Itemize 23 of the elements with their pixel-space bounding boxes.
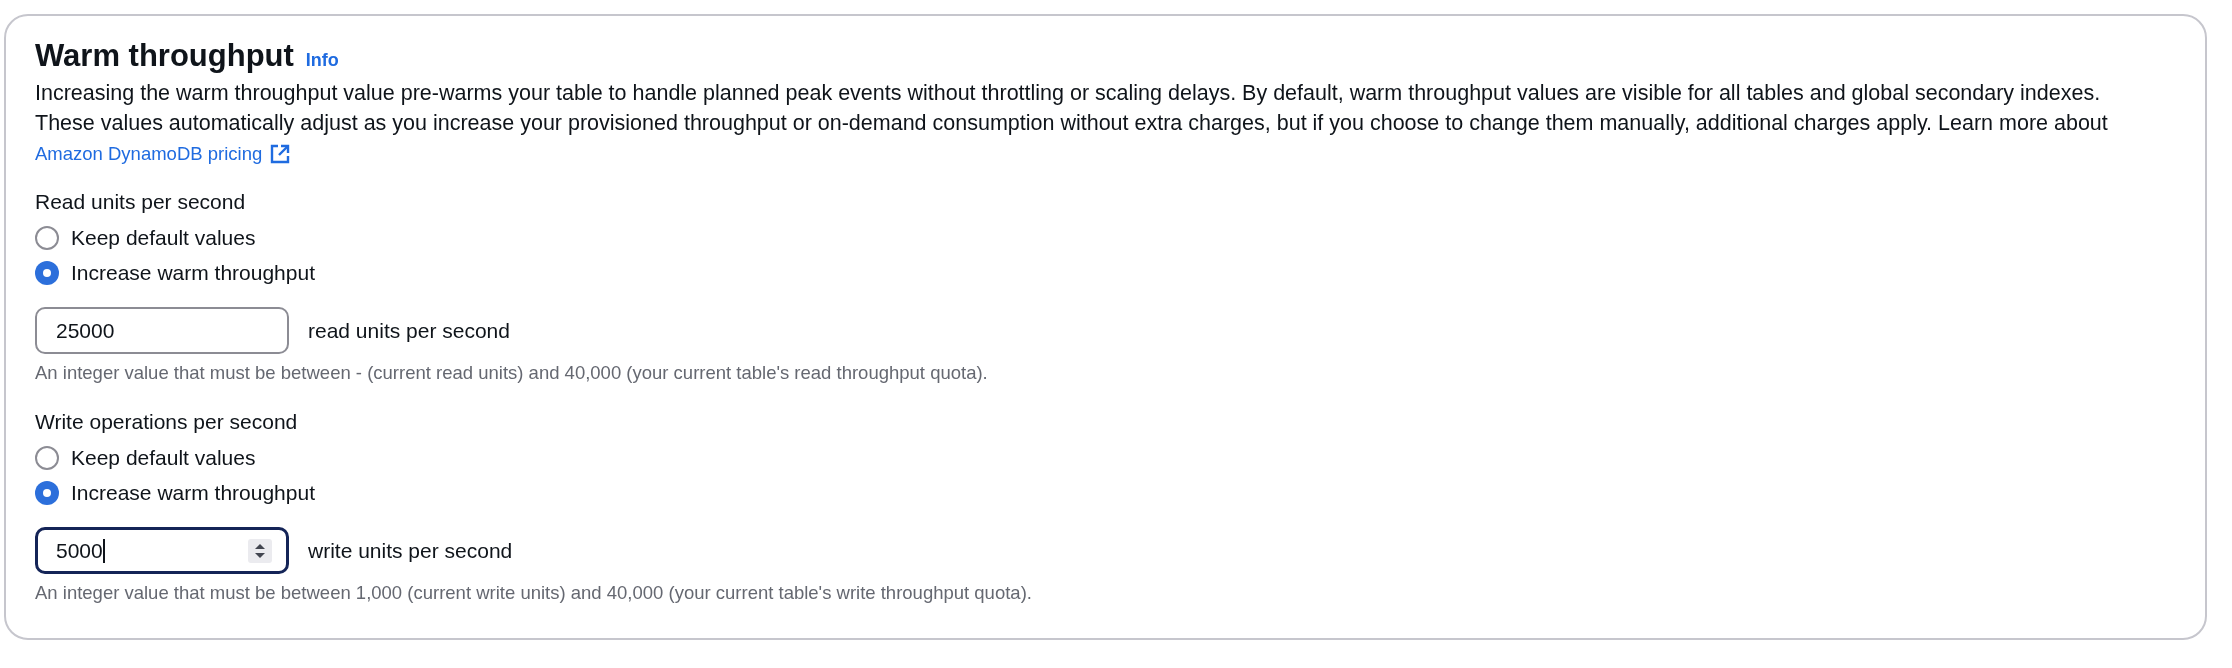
unit-label: write units per second bbox=[308, 537, 513, 564]
up-down-arrows-icon[interactable] bbox=[248, 538, 272, 563]
external-link-icon bbox=[270, 144, 291, 164]
description-text: Increasing the warm throughput value pre-warms your table to handle planned peak events without throttling or scaling delays. By default, warm throughput values are visible for all tables and global secondary indexes. These values automatically adjust as you increase your provisioned throughput or on-demand consumption without extra charges, but if you choose to change them manually, additional charges apply. Learn more about Amazon DynamoDB pricing bbox=[35, 78, 2205, 169]
group-label: Read units per second bbox=[35, 189, 246, 215]
section-title: Warm throughput bbox=[35, 38, 294, 74]
unit-label: read units per second bbox=[308, 317, 510, 344]
info-link[interactable]: Info bbox=[305, 47, 339, 74]
hint-text: An integer value that must be between 1,000 (current write units) and 40,000 (your current table's write throughput quota). bbox=[35, 581, 1032, 605]
radio-label[interactable]: Keep default values bbox=[71, 222, 256, 253]
radio-label[interactable]: Increase warm throughput bbox=[71, 257, 315, 288]
radio-button[interactable] bbox=[35, 445, 59, 470]
number-input-field[interactable]: 5000 bbox=[35, 527, 289, 574]
group-label: Write operations per second bbox=[35, 409, 298, 435]
text-cursor-icon bbox=[102, 538, 105, 563]
pricing-link[interactable]: Amazon DynamoDB pricing bbox=[35, 139, 291, 169]
hint-text: An integer value that must be between - (current read units) and 40,000 (your current table's read throughput quota). bbox=[35, 361, 988, 385]
radio-label[interactable]: Keep default values bbox=[71, 442, 256, 473]
radio-button[interactable] bbox=[35, 225, 59, 250]
radio-button[interactable] bbox=[35, 260, 59, 285]
number-input-field[interactable]: 25000 bbox=[35, 307, 289, 354]
radio-button[interactable] bbox=[35, 480, 59, 505]
radio-label[interactable]: Increase warm throughput bbox=[71, 477, 315, 508]
